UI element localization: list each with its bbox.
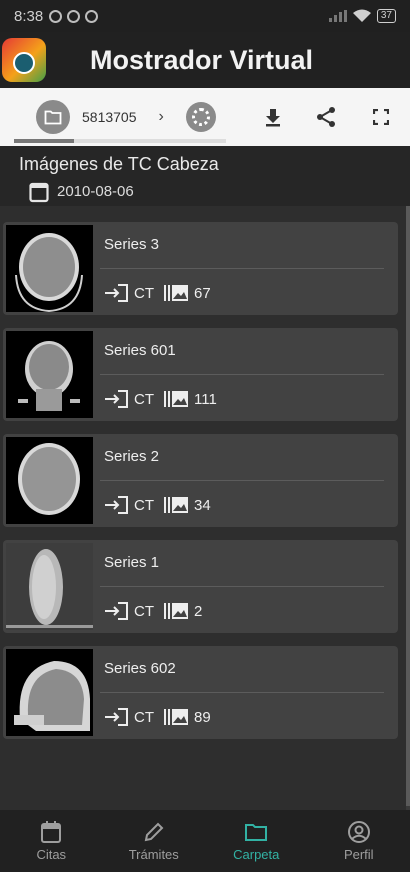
chevron-right-icon: › <box>158 108 164 125</box>
modality-icon <box>105 708 128 726</box>
series-card[interactable]: Series 2 CT 34 <box>3 434 398 527</box>
nav-label: Trámites <box>128 847 179 862</box>
pencil-icon <box>144 822 164 842</box>
series-modality: CT <box>134 496 154 514</box>
series-name: Series 3 <box>104 236 160 253</box>
nav-tramites[interactable]: Trámites <box>103 810 206 872</box>
modality-icon <box>105 390 128 408</box>
nav-perfil[interactable]: Perfil <box>308 810 410 872</box>
study-date: 2010-08-06 <box>57 183 134 200</box>
series-meta: CT 2 <box>104 602 202 620</box>
series-thumbnail[interactable] <box>6 225 93 312</box>
modality-icon <box>105 284 128 302</box>
image-stack-icon <box>164 603 188 619</box>
series-image-count: 34 <box>194 496 211 514</box>
study-title: Imágenes de TC Cabeza <box>19 154 219 174</box>
image-stack-icon <box>164 285 188 301</box>
toolbar: 5813705 › <box>0 88 410 146</box>
divider <box>100 480 384 481</box>
series-card[interactable]: Series 601 CT 111 <box>3 328 398 421</box>
series-meta: CT 89 <box>104 708 211 726</box>
folder-icon <box>44 110 62 124</box>
divider <box>100 692 384 693</box>
modality-icon <box>105 602 128 620</box>
series-modality: CT <box>134 708 154 726</box>
list-scrollbar[interactable] <box>406 206 410 810</box>
plane-icon <box>13 52 35 74</box>
breadcrumb-scrollbar[interactable] <box>14 139 226 143</box>
series-image-count: 89 <box>194 708 211 726</box>
series-card[interactable]: Series 1 CT 2 <box>3 540 398 633</box>
nav-label: Citas <box>36 847 67 862</box>
series-name: Series 1 <box>104 554 160 571</box>
breadcrumb-study[interactable] <box>185 102 216 132</box>
alarm-icon <box>49 9 63 23</box>
breadcrumb-folder[interactable] <box>36 100 70 134</box>
battery-level: 37 <box>376 9 396 23</box>
check-icon <box>67 9 81 23</box>
bottom-navigation: Citas Trámites Carpeta Perfil <box>0 810 410 872</box>
series-image-count: 2 <box>194 602 203 620</box>
nav-label: Perfil <box>343 847 374 862</box>
series-modality: CT <box>134 602 154 620</box>
nav-citas[interactable]: Citas <box>0 810 103 872</box>
series-meta: CT 67 <box>104 284 211 302</box>
series-thumbnail[interactable] <box>6 331 93 418</box>
series-modality: CT <box>134 284 154 302</box>
status-bar: 8:38 37 <box>0 0 410 32</box>
series-name: Series 2 <box>104 448 160 465</box>
image-stack-icon <box>164 497 188 513</box>
series-meta: CT 111 <box>104 390 217 408</box>
account-icon <box>347 821 370 843</box>
folder-icon <box>245 824 268 841</box>
calendar-icon <box>29 182 49 203</box>
series-image-count: 67 <box>194 284 211 302</box>
breadcrumb: 5813705 › <box>14 88 230 146</box>
study-header: Imágenes de TC Cabeza 2010-08-06 <box>0 146 410 206</box>
series-thumbnail[interactable] <box>6 649 93 736</box>
series-card[interactable]: Series 602 CT 89 <box>3 646 398 739</box>
fullscreen-icon <box>373 109 389 125</box>
image-stack-icon <box>164 709 188 725</box>
breadcrumb-patient-id[interactable]: 5813705 <box>82 109 137 125</box>
fullscreen-button[interactable] <box>366 102 396 132</box>
download-button[interactable] <box>258 102 288 132</box>
series-thumbnail[interactable] <box>6 543 93 630</box>
app-logo <box>2 38 46 82</box>
share-button[interactable] <box>311 102 341 132</box>
divider <box>100 268 384 269</box>
series-meta: CT 34 <box>104 496 211 514</box>
share-icon <box>317 107 335 127</box>
series-card[interactable]: Series 3 CT 67 <box>3 222 398 315</box>
wifi-icon <box>352 9 371 22</box>
modality-icon <box>105 496 128 514</box>
divider <box>100 374 384 375</box>
status-time: 8:38 <box>14 7 44 25</box>
series-modality: CT <box>134 390 154 408</box>
image-stack-icon <box>164 391 188 407</box>
divider <box>100 586 384 587</box>
nav-label: Carpeta <box>233 847 280 862</box>
cloud-icon <box>85 9 99 23</box>
download-icon <box>266 109 280 127</box>
series-thumbnail[interactable] <box>6 437 93 524</box>
series-name: Series 602 <box>104 660 176 677</box>
series-name: Series 601 <box>104 342 176 359</box>
app-bar: Mostrador Virtual <box>0 32 410 88</box>
calendar-icon <box>41 821 62 843</box>
nav-carpeta[interactable]: Carpeta <box>205 810 308 872</box>
app-title: Mostrador Virtual <box>90 44 314 75</box>
series-image-count: 111 <box>194 390 217 408</box>
series-list: Series 3 CT 67 Series 601 CT 111 Series … <box>0 206 406 810</box>
study-icon <box>191 108 210 126</box>
signal-icon <box>328 10 347 22</box>
